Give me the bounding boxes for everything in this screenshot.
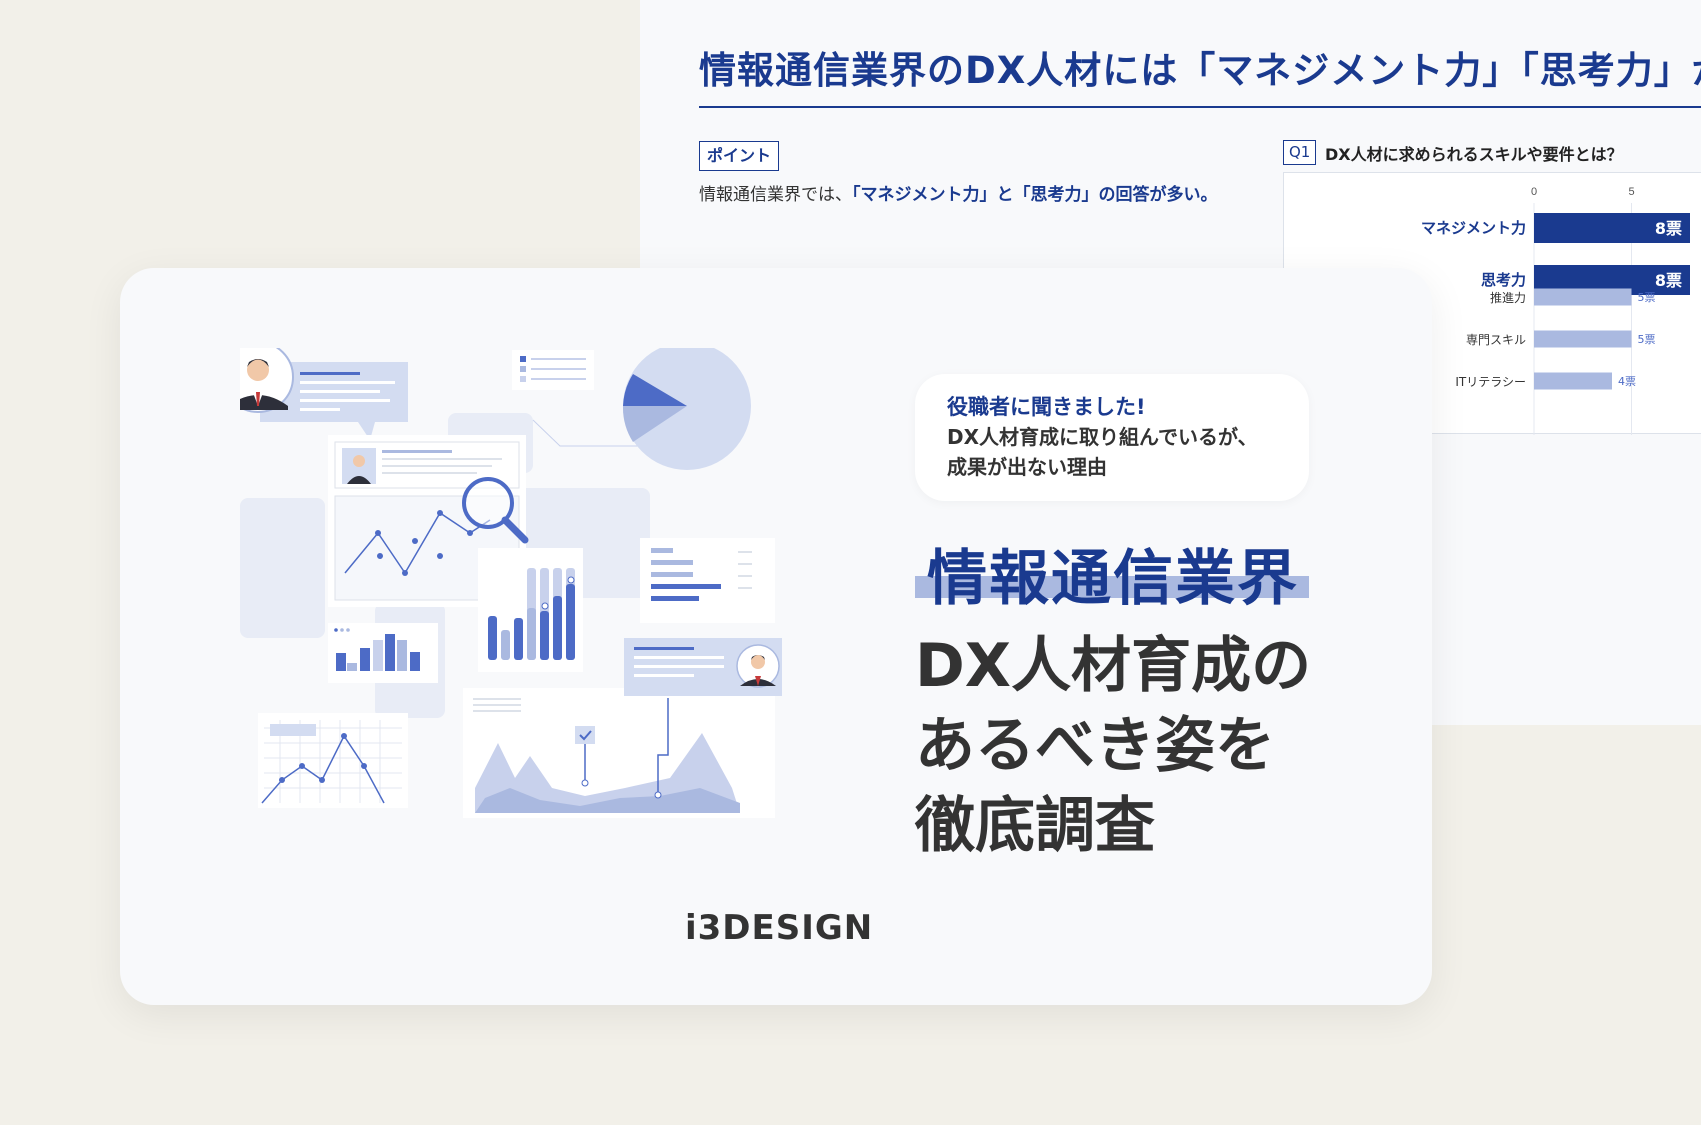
category-label: 推進力 (1490, 291, 1526, 305)
speech-bubble: 役職者に聞きました! DX人材育成に取り組んでいるが、 成果が出ない理由 (915, 374, 1309, 501)
title-divider (699, 106, 1701, 108)
point-badge: ポイント (699, 141, 780, 171)
pie-chart-icon (622, 348, 751, 470)
bar-value-label: 8票 (1655, 219, 1682, 238)
category-label: ITリテラシー (1455, 375, 1526, 389)
speech-highlight: 役職者に聞きました! (947, 395, 1146, 419)
bar-value-label: 8票 (1655, 271, 1682, 290)
bar-value-label: 5票 (1638, 333, 1656, 346)
brand-logo: i3DESIGN (685, 908, 874, 948)
speech-line-2: 成果が出ない理由 (947, 455, 1107, 479)
report-title: 情報通信業界のDX人材には「マネジメント力」「思考力」が求 (699, 49, 1701, 92)
x-tick-label: 0 (1531, 186, 1537, 198)
speech-line-1: DX人材育成に取り組んでいるが、 (947, 425, 1258, 449)
point-text-plain: 情報通信業界では、 (699, 185, 852, 205)
cover-card: 役職者に聞きました! DX人材育成に取り組んでいるが、 成果が出ない理由 情報通… (120, 268, 1432, 1005)
chart-bar (1534, 372, 1612, 390)
chart-bar (1534, 330, 1632, 348)
title-line-3: 徹底調査 (915, 791, 1155, 861)
chart-bar (1534, 288, 1632, 306)
bar-value-label: 4票 (1618, 375, 1636, 388)
main-title: DX人材育成の あるべき姿を 徹底調査 (915, 626, 1335, 866)
industry-heading: 情報通信業界 (915, 530, 1309, 614)
category-label: 思考力 (1481, 271, 1526, 289)
point-text: 情報通信業界では、「マネジメント力」と「思考力」の回答が多い。 (699, 180, 1219, 210)
x-tick-label: 5 (1628, 186, 1634, 198)
category-label: 専門スキル (1466, 333, 1526, 347)
analytics-illustration (240, 348, 782, 818)
question-text: DX人材に求められるスキルや要件とは？ (1325, 145, 1623, 164)
question-badge: Q1 (1283, 140, 1317, 165)
bar-value-label: 5票 (1638, 291, 1656, 304)
title-line-1: DX人材育成の (915, 631, 1312, 701)
check-icon (575, 726, 595, 744)
title-line-2: あるべき姿を (915, 711, 1275, 781)
category-label: マネジメント力 (1421, 219, 1526, 237)
industry-label: 情報通信業界 (927, 544, 1299, 614)
bg-block (240, 498, 325, 638)
point-text-highlight: 「マネジメント力」と「思考力」の回答が多い。 (852, 185, 1218, 205)
businessman-avatar-icon (736, 644, 780, 688)
